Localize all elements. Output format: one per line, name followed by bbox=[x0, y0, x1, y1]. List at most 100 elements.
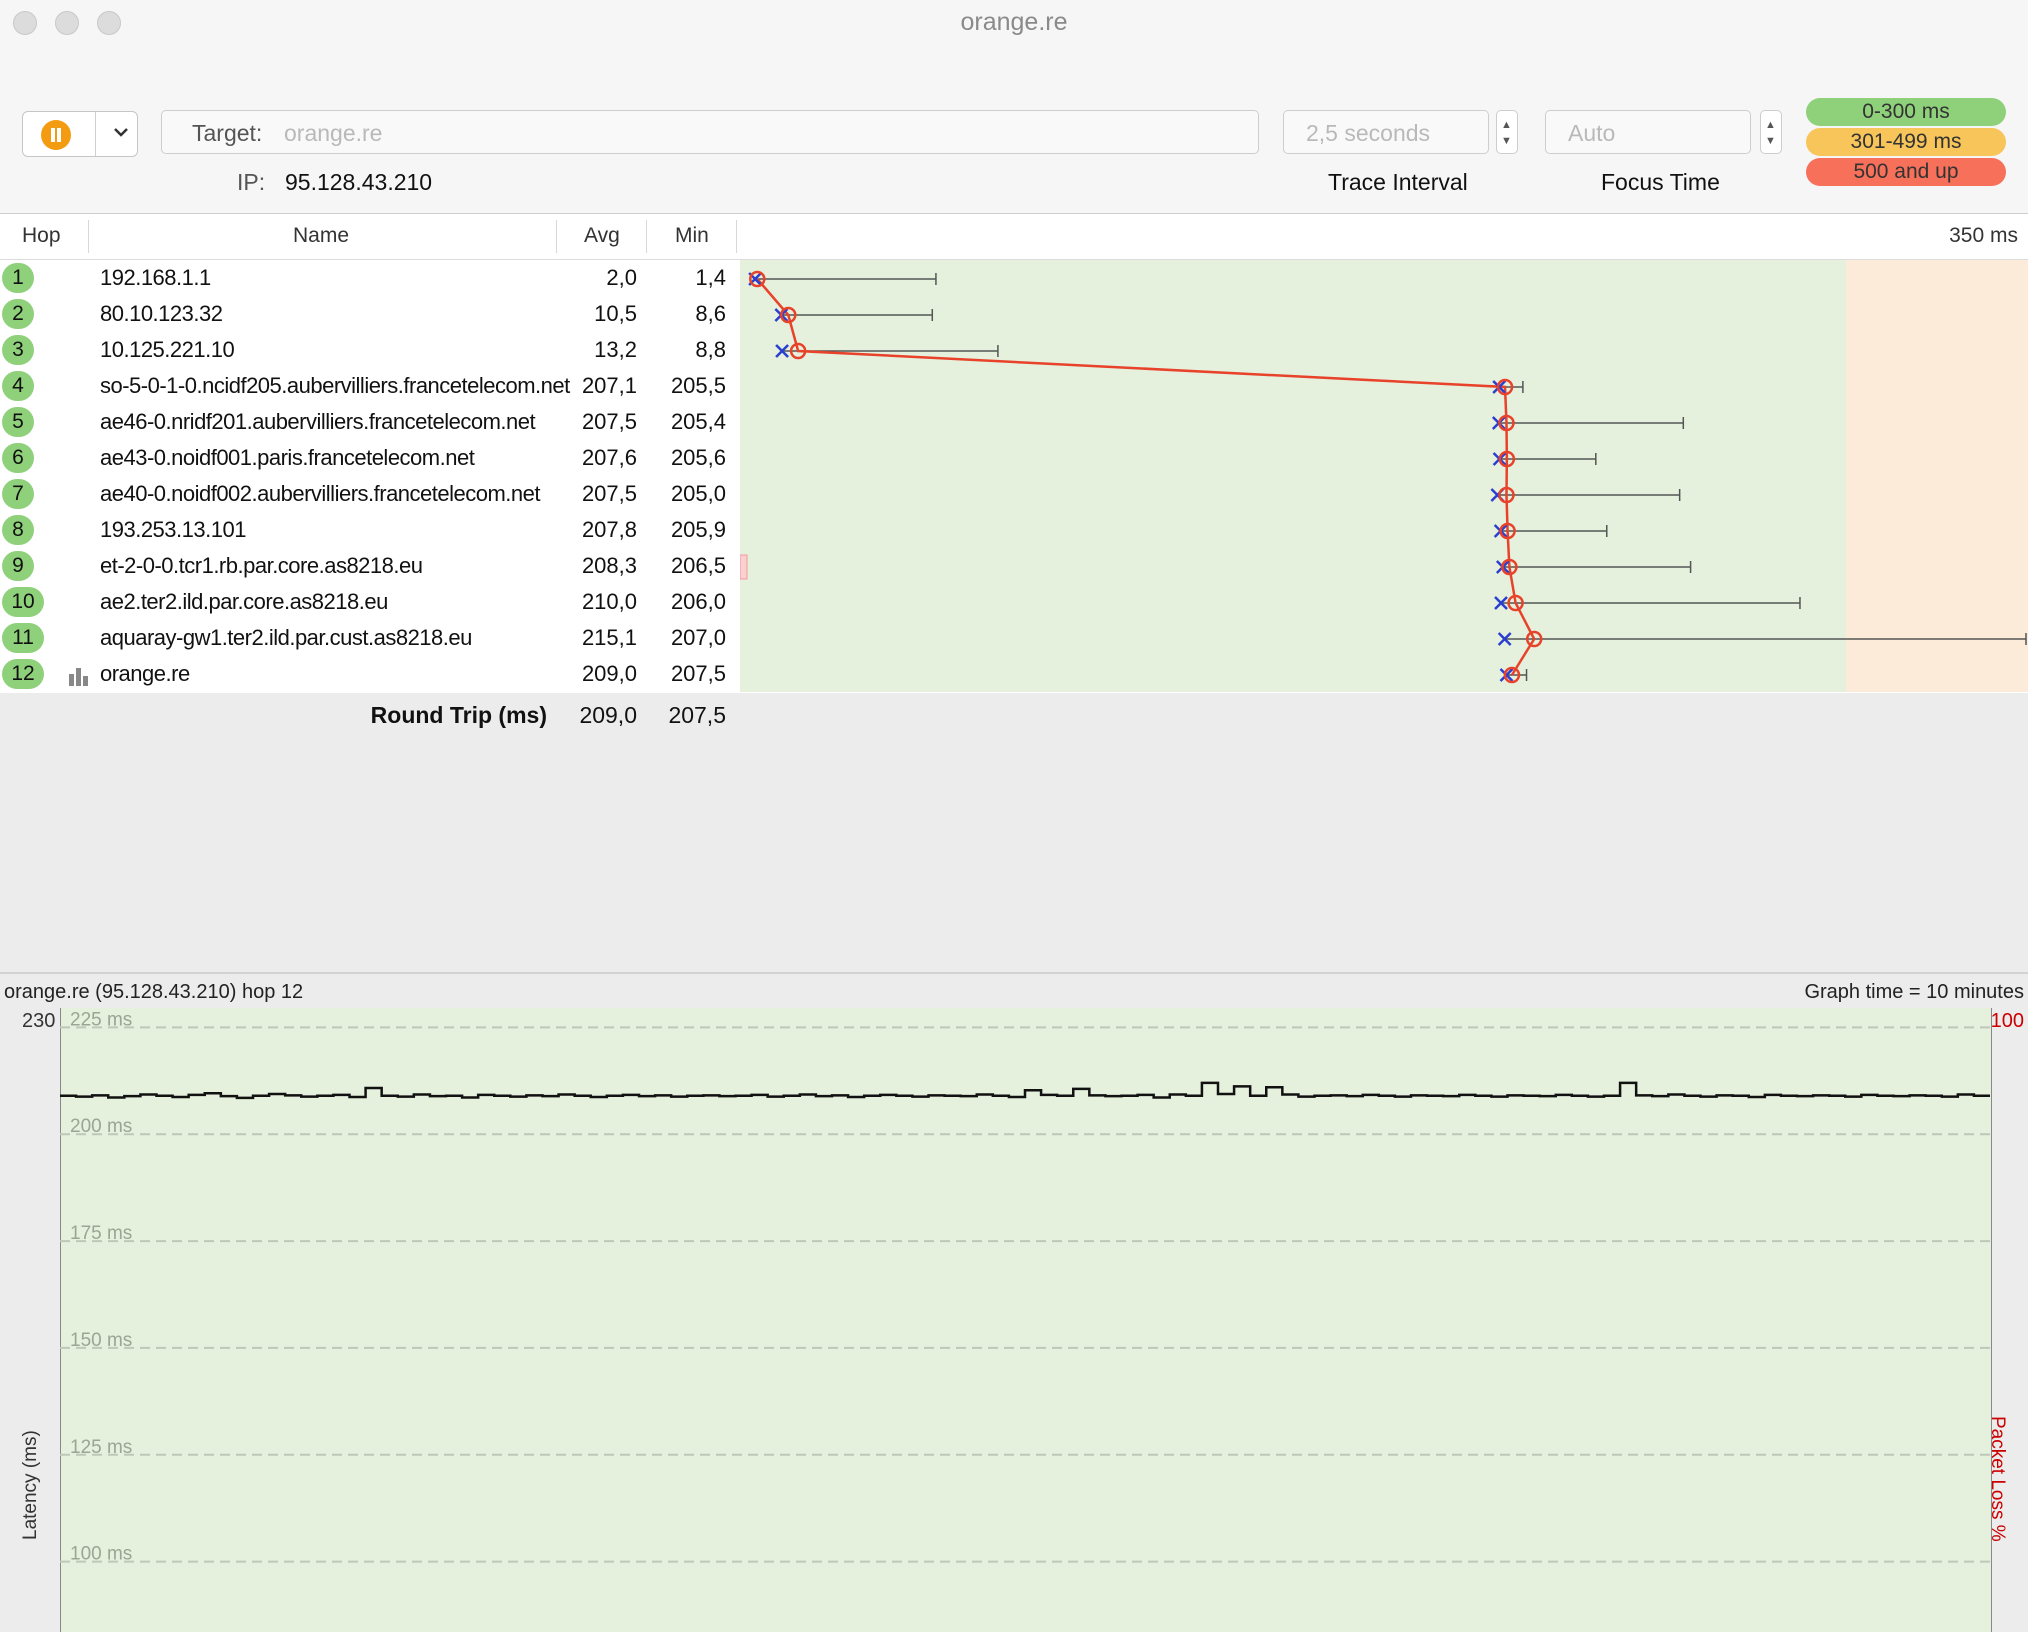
hop-number-badge: 4 bbox=[2, 371, 34, 401]
window-title: orange.re bbox=[960, 8, 1068, 36]
grid-label: 125 ms bbox=[70, 1437, 132, 1458]
hop-name: ae46-0.nridf201.aubervilliers.francetele… bbox=[100, 409, 536, 434]
hop-avg: 207,6 bbox=[581, 445, 637, 470]
hop-avg: 10,5 bbox=[594, 301, 637, 326]
hop-name: 10.125.221.10 bbox=[100, 337, 235, 362]
ip-value: 95.128.43.210 bbox=[285, 169, 433, 195]
divider bbox=[736, 220, 737, 253]
hop-avg: 209,0 bbox=[581, 661, 637, 686]
legend-mid-latency: 301-499 ms bbox=[1806, 128, 2006, 156]
trace-interval-field[interactable]: 2,5 seconds bbox=[1283, 110, 1489, 154]
table-row[interactable]: 7 ae40-0.noidf002.aubervilliers.francetel… bbox=[0, 476, 740, 512]
hop-avg: 215,1 bbox=[581, 625, 637, 650]
table-row[interactable]: 3 10.125.221.10 13,2 8,8 bbox=[0, 332, 740, 368]
hop-avg: 208,3 bbox=[581, 553, 637, 578]
focus-time-field[interactable]: Auto bbox=[1545, 110, 1751, 154]
avg-latency-line bbox=[756, 278, 1536, 676]
trace-interval-stepper[interactable]: ▲ ▼ bbox=[1496, 110, 1518, 154]
target-placeholder: orange.re bbox=[284, 120, 383, 146]
hop-avg: 207,1 bbox=[581, 373, 637, 398]
latency-graph: 225 ms 200 ms 175 ms 150 ms 125 ms 100 ms bbox=[60, 1009, 1990, 1565]
header-name[interactable]: Name bbox=[293, 224, 349, 248]
ip-label: IP: bbox=[237, 169, 266, 195]
hop-name: ae2.ter2.ild.par.core.as8218.eu bbox=[100, 589, 388, 614]
hop-name: orange.re bbox=[100, 661, 190, 686]
trace-control-group bbox=[22, 111, 138, 157]
table-row[interactable]: 9 et-2-0-0.tcr1.rb.par.core.as8218.eu 208,… bbox=[0, 548, 740, 584]
y-axis-max: 230 bbox=[22, 1010, 56, 1032]
hop-number-badge: 7 bbox=[2, 479, 34, 509]
chevron-down-icon[interactable] bbox=[111, 122, 131, 142]
divider bbox=[88, 220, 89, 253]
table-row[interactable]: 2 80.10.123.32 10,5 8,6 bbox=[0, 296, 740, 332]
hop-name: so-5-0-1-0.ncidf205.aubervilliers.france… bbox=[100, 373, 570, 398]
graph-time[interactable]: Graph time = 10 minutes bbox=[1804, 981, 2024, 1004]
hop-min: 207,0 bbox=[670, 625, 726, 650]
bar-chart-icon[interactable] bbox=[68, 666, 90, 686]
header-hop[interactable]: Hop bbox=[22, 224, 61, 248]
hop-number-badge: 5 bbox=[2, 407, 34, 437]
hop-number-badge: 12 bbox=[2, 659, 44, 689]
graph-header: orange.re (95.128.43.210) hop 12 bbox=[4, 981, 304, 1003]
hop-number-badge: 9 bbox=[2, 551, 34, 581]
target-label: Target: bbox=[192, 120, 263, 146]
route-latency-chart bbox=[740, 270, 2027, 684]
table-row[interactable]: 6 ae43-0.noidf001.paris.francetelecom.net… bbox=[0, 440, 740, 476]
divider bbox=[556, 220, 557, 253]
trace-interval-caption: Trace Interval bbox=[1328, 169, 1468, 195]
grid-label: 100 ms bbox=[70, 1544, 132, 1565]
hop-min: 206,0 bbox=[670, 589, 726, 614]
hop-name: ae40-0.noidf002.aubervilliers.francetele… bbox=[100, 481, 541, 506]
focus-time-value: Auto bbox=[1568, 120, 1616, 146]
hop-min: 205,9 bbox=[670, 517, 726, 542]
toolbar: orange.re Target: orange.re IP: 95.128.4… bbox=[0, 0, 2028, 214]
hop-number-badge: 1 bbox=[2, 263, 34, 293]
header-min[interactable]: Min bbox=[675, 224, 709, 248]
round-trip-avg: 209,0 bbox=[579, 702, 637, 728]
hop-avg: 2,0 bbox=[606, 265, 637, 290]
hop-name: 80.10.123.32 bbox=[100, 301, 223, 326]
pause-icon[interactable] bbox=[41, 120, 71, 150]
table-row[interactable]: 5 ae46-0.nridf201.aubervilliers.francetel… bbox=[0, 404, 740, 440]
divider bbox=[646, 220, 647, 253]
grid-label: 225 ms bbox=[70, 1009, 132, 1030]
hop-name: 192.168.1.1 bbox=[100, 265, 211, 290]
hop-avg: 210,0 bbox=[581, 589, 637, 614]
table-row[interactable]: 1 192.168.1.1 2,0 1,4 bbox=[0, 260, 740, 296]
trace-interval-value: 2,5 seconds bbox=[1306, 120, 1431, 146]
hop-min: 205,4 bbox=[670, 409, 726, 434]
hop-name: et-2-0-0.tcr1.rb.par.core.as8218.eu bbox=[100, 553, 423, 578]
table-row[interactable]: 12 orange.re 209,0 207,5 bbox=[0, 656, 740, 692]
hop-min: 205,0 bbox=[670, 481, 726, 506]
header-avg[interactable]: Avg bbox=[584, 224, 620, 248]
hop-avg: 207,8 bbox=[581, 517, 637, 542]
table-row[interactable]: 10 ae2.ter2.ild.par.core.as8218.eu 210,0 20… bbox=[0, 584, 740, 620]
hop-number-badge: 2 bbox=[2, 299, 34, 329]
round-trip-label: Round Trip (ms) bbox=[370, 702, 547, 728]
focus-time-stepper[interactable]: ▲ ▼ bbox=[1760, 110, 1782, 154]
grid-label: 175 ms bbox=[70, 1223, 132, 1244]
hop-min: 1,4 bbox=[695, 265, 726, 290]
packet-loss-marker bbox=[740, 554, 748, 580]
hop-number-badge: 11 bbox=[2, 623, 44, 653]
grid-label: 200 ms bbox=[70, 1116, 132, 1137]
hop-number-badge: 10 bbox=[2, 587, 44, 617]
legend-high-latency: 500 and up bbox=[1806, 158, 2006, 186]
hop-number-badge: 3 bbox=[2, 335, 34, 365]
table-row[interactable]: 4 so-5-0-1-0.ncidf205.aubervilliers.franc… bbox=[0, 368, 740, 404]
hop-avg: 207,5 bbox=[581, 409, 637, 434]
y2-axis-max: 100 bbox=[1990, 1010, 2024, 1032]
hop-avg: 13,2 bbox=[594, 337, 637, 362]
table-row[interactable]: 8 193.253.13.101 207,8 205,9 bbox=[0, 512, 740, 548]
app-window: orange.re Target: orange.re IP: 95.128.4… bbox=[0, 0, 2028, 1632]
target-field[interactable]: Target: orange.re bbox=[161, 110, 1259, 154]
divider bbox=[95, 112, 96, 156]
table-row[interactable]: 11 aquaray-gw1.ter2.ild.par.cust.as8218.e… bbox=[0, 620, 740, 656]
hop-name: aquaray-gw1.ter2.ild.par.cust.as8218.eu bbox=[100, 625, 472, 650]
hop-avg: 207,5 bbox=[581, 481, 637, 506]
round-trip-min: 207,5 bbox=[668, 702, 726, 728]
grid-label: 150 ms bbox=[70, 1330, 132, 1351]
y-axis-label: Latency (ms) bbox=[20, 1430, 41, 1540]
legend-low-latency: 0-300 ms bbox=[1806, 98, 2006, 126]
hop-min: 207,5 bbox=[670, 661, 726, 686]
